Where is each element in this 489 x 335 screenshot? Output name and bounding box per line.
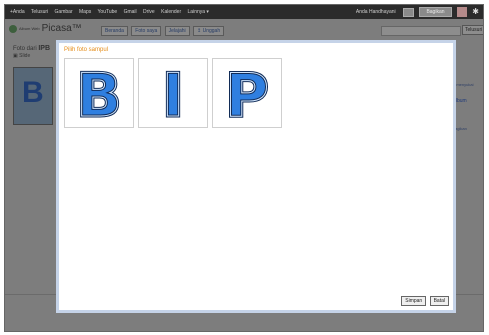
gbar-account-area: Anda Handhayani Bagikan ✱ (356, 5, 479, 19)
account-name[interactable]: Anda Handhayani (356, 9, 396, 15)
gbar-link-images[interactable]: Gambar (55, 9, 73, 15)
tab-upload[interactable]: ↥ Unggah (193, 26, 225, 36)
gbar-link-plus[interactable]: +Anda (10, 9, 25, 15)
gbar-link-gmail[interactable]: Gmail (124, 9, 137, 15)
gbar-link-search[interactable]: Telusuri (31, 9, 48, 15)
tab-my-photos[interactable]: Foto saya (131, 26, 162, 36)
save-button[interactable]: Simpan (401, 296, 427, 306)
dialog-buttons: Simpan Batal (399, 296, 449, 306)
album-title: Foto dari IPB (13, 45, 50, 52)
avatar[interactable] (456, 7, 467, 17)
photo-thumbnail-i[interactable]: I I (138, 58, 208, 128)
gbar-link-youtube[interactable]: YouTube (98, 9, 118, 15)
letter-p-image: P P (224, 60, 271, 128)
album-name: IPB (38, 45, 51, 52)
search-input[interactable] (381, 26, 461, 36)
photo-thumbnail-p[interactable]: P P (212, 58, 282, 128)
cancel-button[interactable]: Batal (429, 296, 449, 306)
notification-icon[interactable] (403, 7, 415, 17)
letter-p-highlight: P (225, 61, 269, 127)
picasa-header: Album Web Picasa™ Beranda Foto saya Jelaj… (5, 19, 483, 41)
search-button[interactable]: Telusuri (462, 25, 483, 35)
gbar-link-maps[interactable]: Maps (79, 9, 91, 15)
gbar-links: +Anda Telusuri Gambar Maps YouTube Gmail… (10, 5, 214, 19)
logo-brand: Picasa™ (41, 23, 82, 34)
nav-tabs: Beranda Foto saya Jelajahi ↥ Unggah (101, 26, 226, 36)
letter-b-highlight: B (76, 61, 122, 127)
dialog-title: Pilih foto sampul (64, 47, 109, 53)
gbar-link-more[interactable]: Lainnya ▾ (188, 9, 209, 15)
gear-icon[interactable]: ✱ (472, 7, 479, 16)
slideshow-label: Slide (19, 53, 31, 59)
album-title-prefix: Foto dari (13, 46, 37, 52)
picasa-logo-icon (9, 24, 17, 33)
album-cover-letter: B (22, 76, 44, 109)
letter-b-image: B B (75, 60, 124, 128)
tab-home[interactable]: Beranda (101, 26, 128, 36)
slideshow-button[interactable]: ▣ Slide (13, 53, 30, 59)
album-cover-thumbnail[interactable]: B (13, 67, 53, 125)
photo-thumbnail-b[interactable]: B B (64, 58, 134, 128)
slideshow-icon: ▣ (13, 53, 18, 59)
letter-i-highlight: I (162, 61, 184, 127)
picasa-logo[interactable]: Album Web Picasa™ (9, 23, 82, 34)
letter-i-image: I I (160, 60, 185, 128)
choose-cover-dialog: Pilih foto sampul B B I I P P Simpan Bat… (56, 40, 456, 313)
gbar-link-calendar[interactable]: Kalender (161, 9, 181, 15)
gbar-link-drive[interactable]: Drive (143, 9, 155, 15)
share-button[interactable]: Bagikan (419, 7, 452, 17)
google-top-bar: +Anda Telusuri Gambar Maps YouTube Gmail… (5, 5, 483, 19)
tab-explore[interactable]: Jelajahi (164, 26, 190, 36)
logo-subtitle: Album Web (19, 26, 40, 31)
